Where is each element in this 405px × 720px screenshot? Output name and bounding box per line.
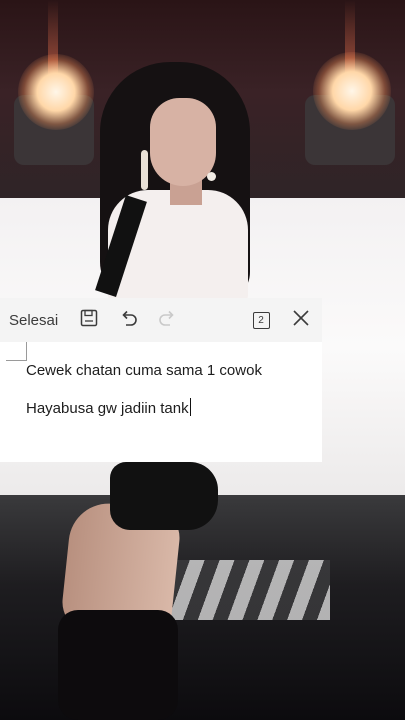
undo-button[interactable] [112, 303, 146, 337]
dancer-shorts [110, 462, 218, 530]
page-count-badge: 2 [252, 311, 270, 329]
resize-handle[interactable] [6, 342, 27, 361]
save-button[interactable] [72, 303, 106, 337]
editor-line-text: Cewek chatan cuma sama 1 cowok [26, 362, 262, 379]
earring [141, 150, 148, 190]
earring [207, 172, 216, 181]
close-icon [292, 309, 310, 332]
undo-icon [119, 309, 139, 332]
save-icon [80, 309, 98, 332]
dancer-boot [58, 610, 178, 720]
dancer-face [150, 98, 216, 186]
close-button[interactable] [284, 303, 318, 337]
editor-line: Hayabusa gw jadiin tank [26, 398, 192, 417]
page-count-button[interactable]: 2 [244, 303, 278, 337]
done-button[interactable]: Selesai [9, 312, 58, 329]
stage-light [18, 54, 94, 130]
redo-button[interactable] [150, 303, 184, 337]
editor-line-text: Hayabusa gw jadiin tank [26, 400, 189, 417]
editor-line: Cewek chatan cuma sama 1 cowok [26, 362, 262, 379]
redo-icon [157, 309, 177, 332]
text-editor[interactable]: Cewek chatan cuma sama 1 cowok Hayabusa … [0, 342, 322, 462]
editor-toolbar: Selesai 2 [0, 298, 322, 342]
stage-steps [160, 560, 330, 620]
stage-light [313, 52, 391, 130]
text-cursor [189, 398, 192, 416]
